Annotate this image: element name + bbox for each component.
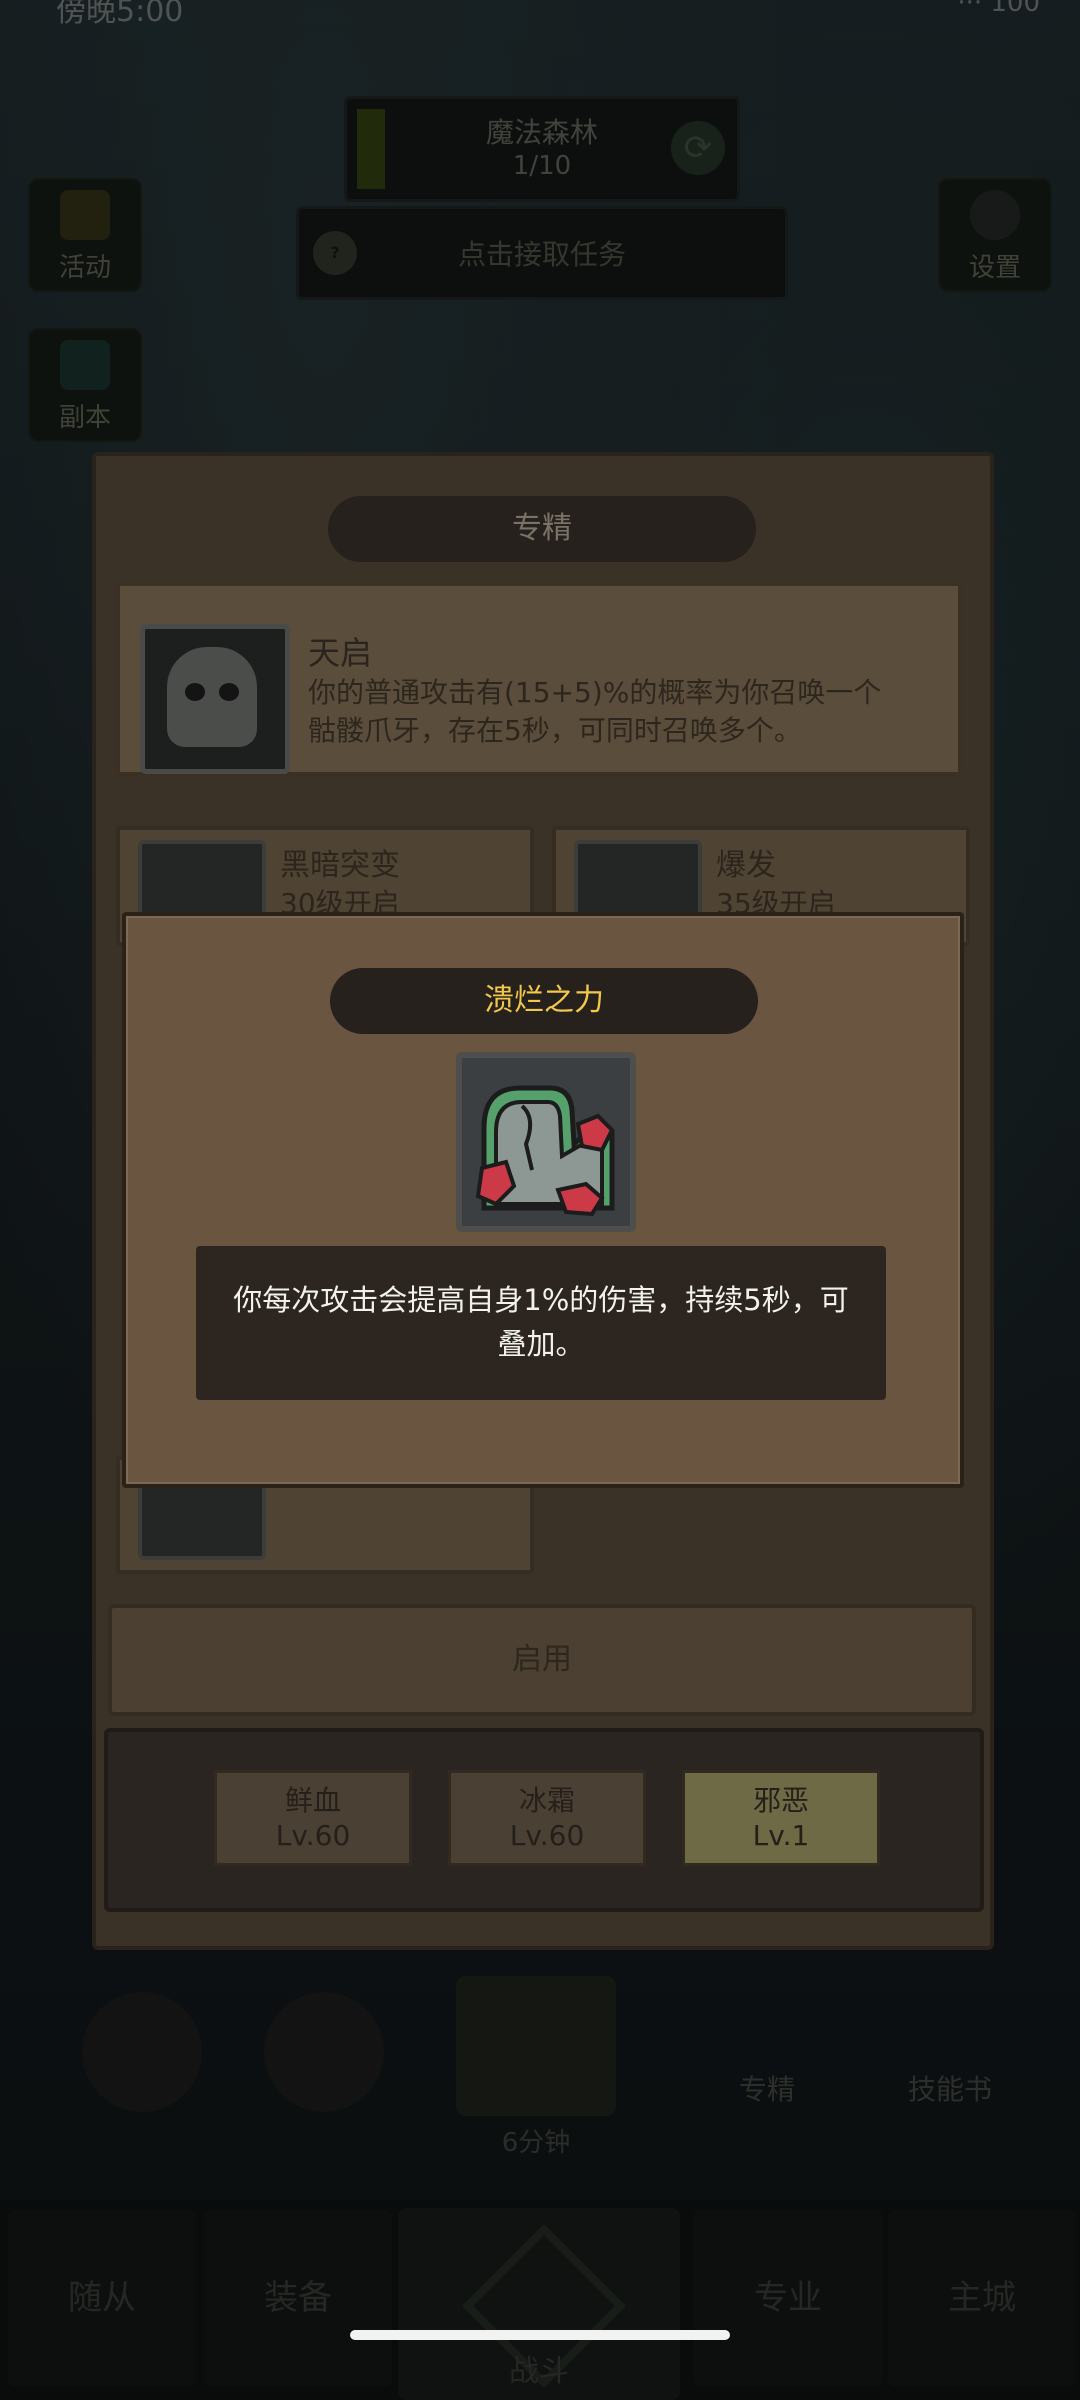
tab-unholy[interactable]: 邪恶 Lv.1 [682, 1770, 880, 1866]
dialog-title: 溃烂之力 [330, 968, 758, 1034]
main-skill-card[interactable]: 天启 你的普通攻击有(15+5)%的概率为你召唤一个骷髅爪牙，存在5秒，可同时召… [116, 582, 962, 776]
tab-name: 邪恶 [752, 1784, 809, 1817]
skull-icon [167, 647, 257, 747]
tab-name: 鲜血 [284, 1784, 341, 1817]
skill-detail-dialog: 溃烂之力 你每次攻击会提高自身1%的伤害，持续5秒，可叠加。 [122, 912, 964, 1488]
dialog-description-box: 你每次攻击会提高自身1%的伤害，持续5秒，可叠加。 [196, 1246, 886, 1400]
main-skill-desc: 你的普通攻击有(15+5)%的概率为你召唤一个骷髅爪牙，存在5秒，可同时召唤多个… [308, 676, 882, 747]
skill-icon-frame [456, 1052, 636, 1232]
tab-level: Lv.60 [275, 1819, 351, 1852]
rotten-strength-icon [462, 1058, 630, 1226]
home-indicator[interactable] [350, 2330, 730, 2340]
tab-name: 冰霜 [518, 1784, 575, 1817]
tab-level: Lv.1 [752, 1819, 810, 1852]
enable-button[interactable]: 启用 [108, 1604, 976, 1716]
panel-title: 专精 [328, 496, 756, 562]
tab-blood[interactable]: 鲜血 Lv.60 [214, 1770, 412, 1866]
spec-tree-tabs: 鲜血 Lv.60 冰霜 Lv.60 邪恶 Lv.1 [104, 1728, 984, 1912]
skill-name: 黑暗突变 [280, 848, 400, 883]
main-skill-name: 天启 [308, 634, 373, 672]
tab-frost[interactable]: 冰霜 Lv.60 [448, 1770, 646, 1866]
skill-icon-frame [140, 624, 290, 774]
tab-level: Lv.60 [509, 1819, 585, 1852]
dialog-description: 你每次攻击会提高自身1%的伤害，持续5秒，可叠加。 [233, 1283, 849, 1361]
skill-name: 爆发 [716, 848, 776, 883]
